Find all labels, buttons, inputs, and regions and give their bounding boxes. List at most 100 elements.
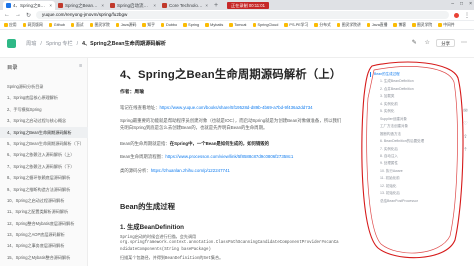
browser-tab[interactable]: Spring之Bean生命周期源码解析×	[55, 1, 107, 10]
sidebar-item[interactable]: 3、Spring之启动过程与核心概念	[0, 115, 88, 126]
forward-icon[interactable]: →	[15, 12, 21, 18]
bookmark-item[interactable]: 图灵学院讲	[336, 22, 361, 28]
bookmark-item[interactable]: 面试	[70, 23, 84, 28]
sidebar-item[interactable]: 5、Spring之Bean生命周期源码解析（下）	[0, 138, 88, 149]
breadcrumb-item[interactable]: Spring 专栏	[46, 40, 73, 47]
sidebar-item[interactable]: 7、Spring之依赖注入源码解析（下）	[0, 161, 88, 172]
share-button[interactable]: 分享	[436, 39, 455, 47]
bookmark-item[interactable]: 知乎	[142, 23, 155, 28]
tab-favicon-icon	[162, 3, 167, 8]
edit-icon[interactable]: ✎	[410, 39, 418, 47]
maximize-icon[interactable]: □	[460, 1, 463, 7]
tab-close-icon[interactable]: ×	[205, 1, 208, 10]
reload-icon[interactable]: ↻	[26, 12, 31, 19]
collapse-sidebar-icon[interactable]: ≡	[79, 63, 82, 69]
tab-close-icon[interactable]: ×	[49, 1, 52, 10]
author-name[interactable]: 周瑜	[134, 90, 144, 95]
sidebar-item[interactable]: 8、Spring之循环依赖底层源码解析	[0, 172, 88, 183]
window-controls: – □ ×	[451, 1, 472, 7]
flowchart-link[interactable]: https://www.processon.com/view/link/5f85…	[165, 154, 293, 159]
source-link[interactable]: https://zhuanlan.zhihu.com/p/122247741	[151, 168, 230, 173]
toc-item[interactable]: 7. 实例化后	[380, 147, 398, 152]
url-input[interactable]: yuque.com/renyong-jmovm/spring/fu2bgw	[36, 11, 449, 19]
breadcrumb-item[interactable]: 周瑜	[26, 40, 36, 47]
toc-item[interactable]: 1. 生成BeanDefinition	[380, 79, 414, 84]
bookmark-label: Tomcat	[234, 23, 247, 27]
sidebar-item[interactable]: 2、手写模拟Spring	[0, 104, 88, 115]
more-icon[interactable]: ⋯	[460, 39, 468, 47]
sidebar-item[interactable]: 15、Spring之Mybatis整合源码解析	[0, 252, 88, 263]
toc-item[interactable]: Supplier创建对象	[380, 117, 407, 122]
bookmark-label: 图灵学院讲	[341, 22, 361, 27]
bookmark-label: 知乎	[147, 22, 155, 27]
sidebar-item[interactable]: 10、Spring之启动过程源码解析	[0, 195, 88, 206]
bookmark-folder-icon	[89, 23, 94, 27]
bookmark-item[interactable]: Mybatis	[205, 23, 223, 27]
notes-link[interactable]: https://www.yuque.com/books/share/5f1952…	[160, 105, 313, 110]
bookmark-item[interactable]: Spring	[183, 23, 199, 27]
star-icon[interactable]: ☆	[423, 39, 431, 47]
toc-item[interactable]: 9. 处理属性	[380, 161, 398, 166]
new-tab-icon[interactable]: +	[211, 1, 221, 10]
browser-tab[interactable]: Spring启动流程源码(Process...×	[107, 1, 159, 10]
bookmark-item[interactable]: 图灵学院	[412, 23, 432, 28]
table-of-contents: Bean的生成过程 1. 生成BeanDefinition 2. 合并BeanDef…	[368, 66, 454, 262]
toc-item[interactable]: 6. BeanDefinition的后置处理	[380, 139, 424, 144]
toc-item[interactable]: 8. 自动注入	[380, 154, 398, 159]
bookmark-item[interactable]: SpringCloud	[252, 23, 279, 27]
bookmark-item[interactable]: Java直播	[366, 22, 388, 28]
tab-close-icon[interactable]: ×	[101, 1, 104, 10]
browser-tab[interactable]: Core Technologies ×	[159, 1, 211, 10]
back-icon[interactable]: ←	[4, 12, 10, 18]
toc-item[interactable]: 13. 初始化后	[380, 191, 400, 196]
bookmark-item[interactable]: Tomcat	[229, 23, 247, 27]
toc-item[interactable]: 11. 初始化前	[380, 176, 400, 181]
comment-icon[interactable]: ✉	[462, 108, 469, 115]
bookmark-label: Java直播	[371, 22, 388, 27]
minimize-icon[interactable]: –	[451, 1, 454, 7]
toc-item[interactable]: 工厂方法创建对象	[380, 124, 408, 129]
sidebar-item[interactable]: Spring源码分析目录	[0, 81, 88, 92]
browser-tab[interactable]: 4、Spring之Bean生命周期源码解析×	[3, 1, 55, 10]
toc-item[interactable]: 3. 加载类	[380, 94, 394, 99]
toc-item[interactable]: 总结BeanPostProcessor	[380, 199, 418, 204]
browser-menu-icon[interactable]: ⋮	[464, 12, 470, 19]
like-icon[interactable]: ♡	[462, 121, 469, 128]
bookmark-label: SpringCloud	[257, 23, 279, 27]
toc-item[interactable]: 推断构造方法	[380, 132, 401, 137]
bookmark-item[interactable]: Java源码	[115, 23, 136, 28]
toc-item[interactable]: 4. 实例化前	[380, 102, 398, 107]
sidebar-item[interactable]: 6、Spring之依赖注入源码解析（上）	[0, 149, 88, 160]
bookmark-item[interactable]: Dubbo	[160, 23, 177, 27]
bookmark-item[interactable]: PS-PE学习	[284, 23, 308, 28]
toc-item[interactable]: 5. 实例化	[380, 109, 394, 114]
sidebar-item[interactable]: 4、Spring之Bean生命周期源码解析	[0, 126, 88, 138]
bookmark-item[interactable]: 网页版网	[22, 23, 43, 28]
bookmark-item[interactable]: 图灵学院	[89, 23, 110, 28]
sidebar-item[interactable]: 1、Spring底层核心原理解析	[0, 92, 88, 103]
toc-item[interactable]: 10. 执行Aware	[380, 169, 403, 174]
sidebar-item[interactable]: 9、Spring之推断构造方法源码解析	[0, 184, 88, 195]
tab-close-icon[interactable]: ×	[153, 1, 156, 10]
close-window-icon[interactable]: ×	[469, 1, 472, 7]
bookmark-folder-icon	[48, 23, 53, 27]
floating-tools: ✉ ♡ ⇪ ⇡	[462, 108, 469, 154]
yuque-logo-icon[interactable]	[7, 39, 16, 48]
toc-item[interactable]: 2. 合并BeanDefinition	[380, 87, 414, 92]
sidebar-item[interactable]: 14、Spring之事务底层源码解析	[0, 240, 88, 251]
extension-icon[interactable]	[454, 12, 459, 18]
bookmark-item[interactable]: 中间件	[438, 23, 455, 28]
toc-item[interactable]: Bean的生成过程	[374, 72, 400, 77]
toc-item[interactable]: 12. 初始化	[380, 184, 396, 189]
bookmark-item[interactable]: 应用	[4, 23, 17, 28]
bookmark-folder-icon	[183, 23, 187, 27]
sidebar-item[interactable]: 11、Spring之配置类解析源码解析	[0, 206, 88, 217]
top-icon[interactable]: ⇡	[462, 147, 469, 154]
sidebar-item[interactable]: 13、Spring之AOP底层源码解析	[0, 229, 88, 240]
sidebar-item[interactable]: 12、Spring整合Mybatis底层源码解析	[0, 218, 88, 229]
bookmark-item[interactable]: 博客	[393, 23, 406, 28]
share-icon[interactable]: ⇪	[462, 134, 469, 141]
bookmark-folder-icon	[438, 23, 442, 27]
bookmark-item[interactable]: Github	[48, 23, 65, 27]
bookmark-item[interactable]: 分布式	[314, 23, 331, 28]
